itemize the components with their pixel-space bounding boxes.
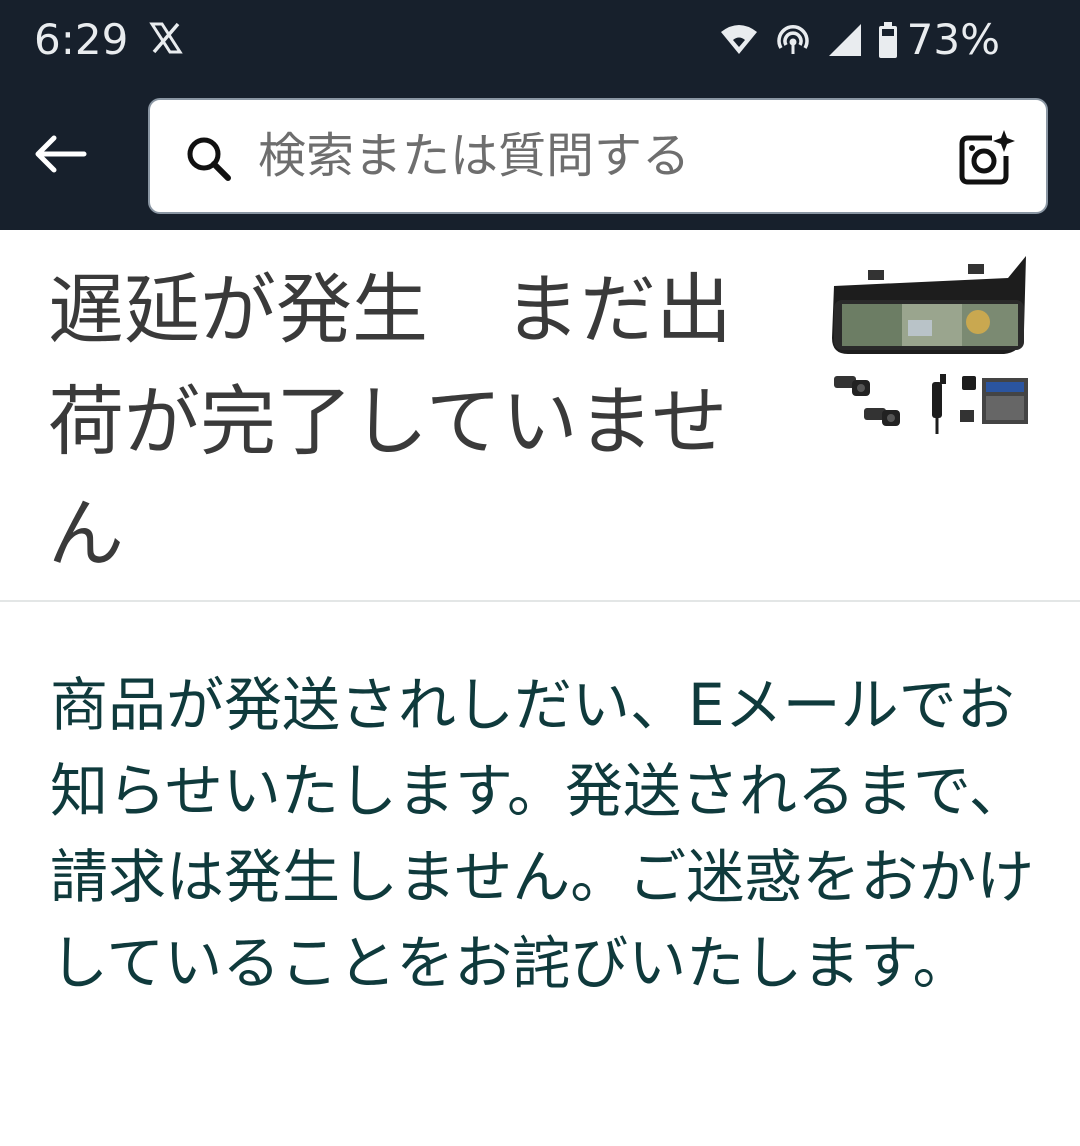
section-divider (0, 600, 1080, 602)
shipping-notice-message: 商品が発送されしだい、Eメールでお知らせいたします。発送されるまで、請求は発生し… (50, 671, 1035, 997)
back-button[interactable] (24, 118, 96, 190)
cell-signal-icon (828, 24, 861, 56)
status-time: 6:29 (34, 15, 129, 64)
search-input[interactable] (258, 120, 938, 192)
status-bar: 6:29 73% (0, 0, 1080, 80)
x-logo-icon (149, 22, 183, 54)
hotspot-icon (776, 25, 809, 54)
dash-cam-mirror-product-image[interactable] (828, 250, 1034, 440)
battery-icon (878, 22, 897, 58)
search-icon (187, 137, 231, 181)
status-icons: 73% (719, 12, 1000, 68)
battery-percent: 73% (906, 15, 1000, 64)
wifi-icon (720, 25, 757, 54)
app-header: 6:29 73% (0, 0, 1080, 230)
search-bar[interactable] (148, 98, 1048, 214)
delay-status-title: 遅延が発生 まだ出荷が完了していません (48, 265, 732, 578)
camera-sparkle-icon[interactable] (956, 128, 1016, 188)
back-arrow-icon (35, 135, 87, 173)
